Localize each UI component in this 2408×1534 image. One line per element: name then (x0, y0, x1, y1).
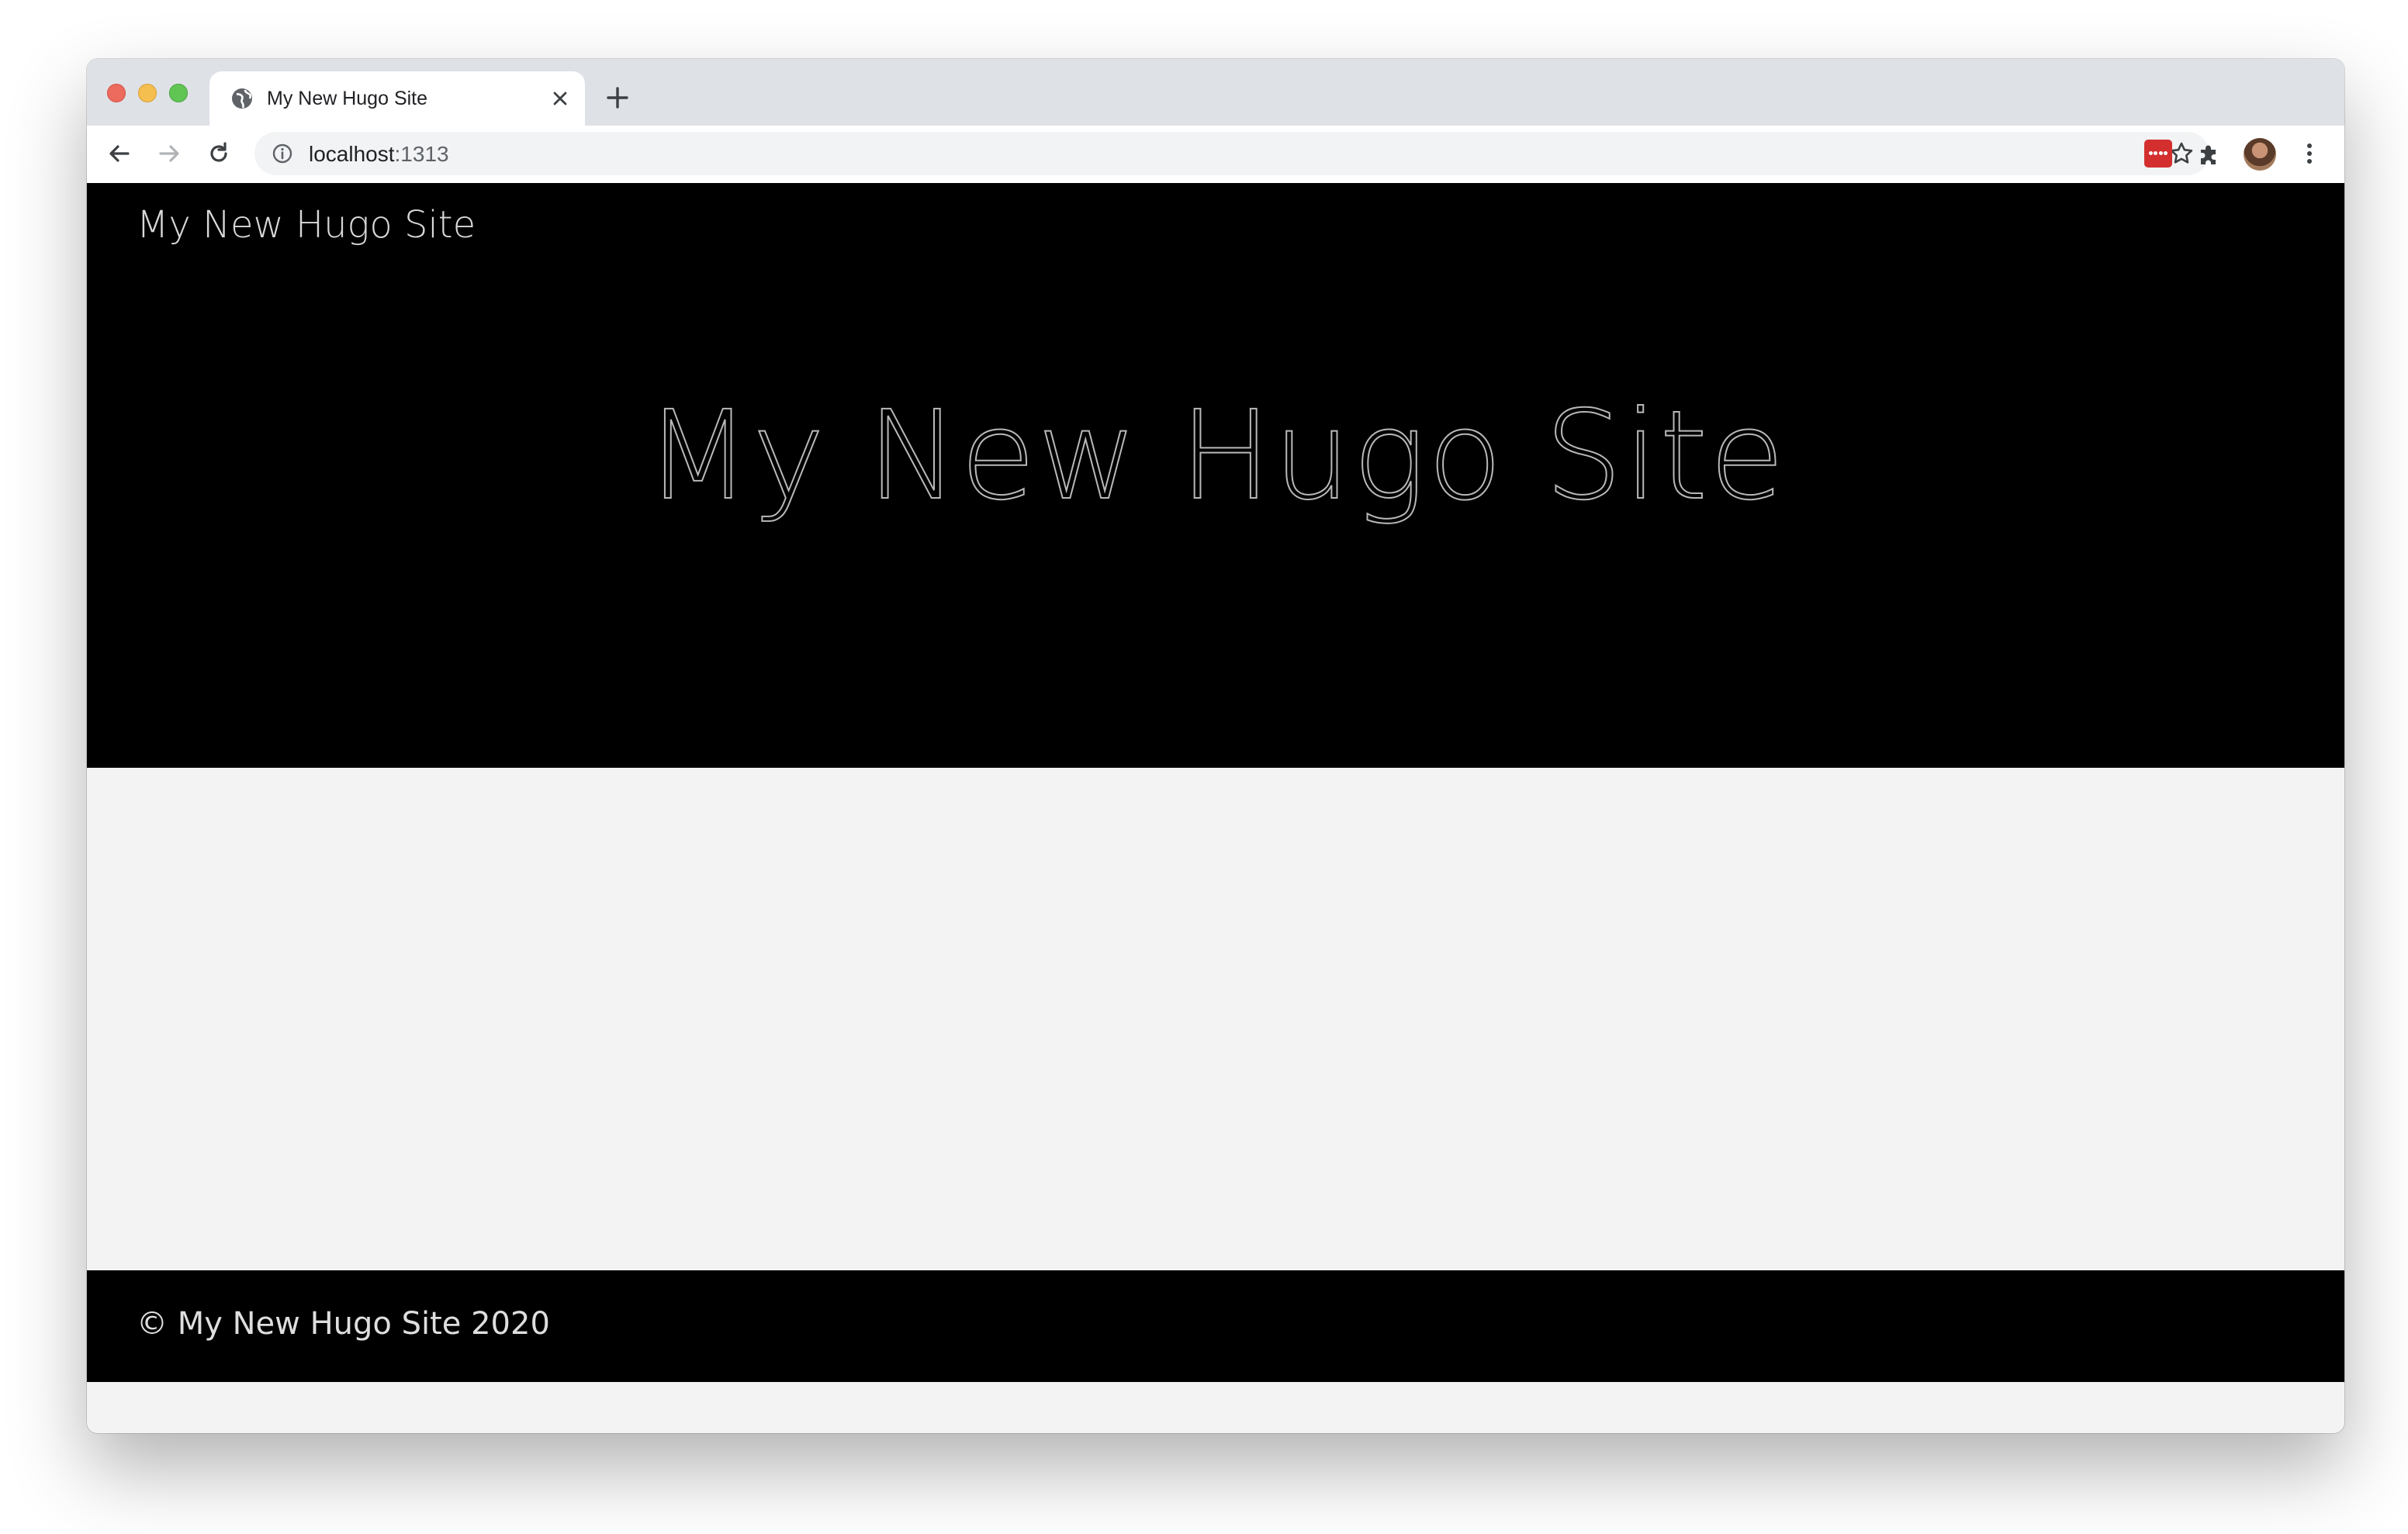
tab-title: My New Hugo Site (267, 88, 428, 109)
avatar[interactable] (2244, 138, 2276, 171)
reload-icon[interactable] (203, 138, 234, 169)
hero-title: My New Hugo Site (645, 384, 1787, 528)
browser-window: My New Hugo Site localhost:1313 My New H… (87, 59, 2344, 1433)
hero-section: My New Hugo Site My New Hugo Site (87, 183, 2344, 768)
puzzle-icon[interactable] (2194, 139, 2225, 170)
tab-active[interactable]: My New Hugo Site (209, 71, 585, 126)
url-host: localhost (309, 142, 395, 166)
globe-icon (230, 86, 254, 111)
info-icon[interactable] (272, 143, 293, 164)
new-tab-icon[interactable] (602, 82, 633, 113)
url-port: :1313 (394, 142, 449, 166)
minimize-window-button[interactable] (138, 84, 157, 102)
tab-strip: My New Hugo Site (87, 59, 2344, 126)
address-bar[interactable]: localhost:1313 (254, 132, 2209, 175)
forward-arrow-icon[interactable] (154, 138, 185, 169)
content-area (87, 768, 2344, 1270)
back-arrow-icon[interactable] (104, 138, 135, 169)
more-vert-icon[interactable] (2294, 138, 2325, 169)
footer-copyright: © My New Hugo Site 2020 (137, 1306, 550, 1342)
close-window-button[interactable] (107, 84, 126, 102)
zoom-window-button[interactable] (169, 84, 188, 102)
site-footer: © My New Hugo Site 2020 (87, 1270, 2344, 1382)
browser-toolbar: localhost:1313 (87, 126, 2344, 184)
extension-icon[interactable] (2144, 140, 2172, 168)
site-nav-title[interactable]: My New Hugo Site (137, 203, 476, 247)
url-text: localhost:1313 (309, 142, 449, 167)
web-page: My New Hugo Site My New Hugo Site © My N… (87, 183, 2344, 1433)
close-tab-icon[interactable] (546, 85, 574, 112)
